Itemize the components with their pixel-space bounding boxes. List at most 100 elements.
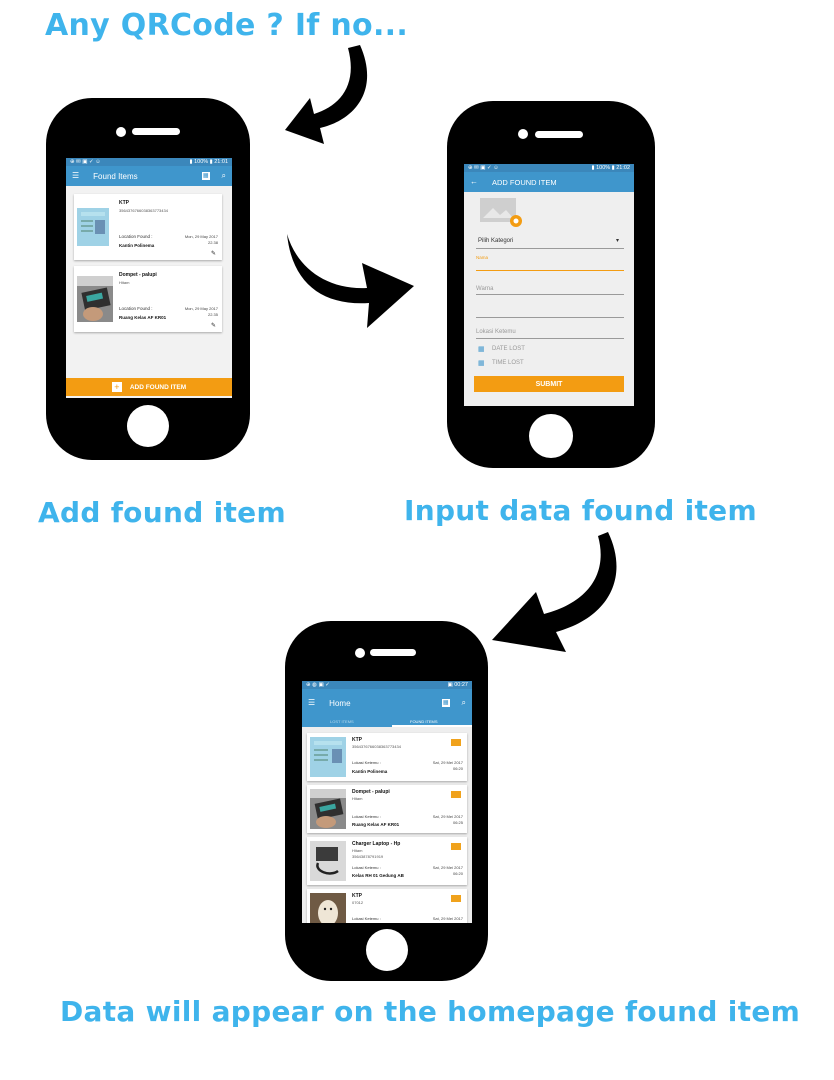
category-underline bbox=[476, 248, 624, 249]
location-label: Lokasi Ketemu : bbox=[352, 916, 381, 921]
found-item-card[interactable]: Dompet - palupi Hitam Lokasi Ketemu : Sa… bbox=[307, 785, 467, 833]
page-title: ADD FOUND ITEM bbox=[492, 177, 557, 187]
wallet-thumbnail bbox=[77, 276, 113, 322]
extra-field-underline[interactable] bbox=[476, 317, 624, 318]
ktp-thumbnail bbox=[310, 737, 346, 777]
speaker-slot bbox=[370, 649, 416, 656]
item-code: 35643878791919 bbox=[352, 854, 384, 859]
caption-top: Any QRCode ? If no... bbox=[45, 8, 409, 43]
edit-icon[interactable]: ✎ bbox=[211, 250, 216, 257]
item-title: KTP bbox=[352, 737, 362, 743]
item-place: Kantin Polinema bbox=[119, 243, 155, 248]
category-select[interactable]: Pilih Kategori bbox=[478, 238, 513, 244]
item-time: 06:25 bbox=[452, 820, 463, 825]
item-subtitle: Hitam bbox=[352, 796, 363, 801]
status-left: ⊕ ✉ ▣ ✓ ☺ bbox=[468, 165, 499, 171]
qr-scan-icon[interactable]: ▦ bbox=[441, 699, 450, 707]
tab-found-items[interactable]: FOUND ITEMS bbox=[410, 719, 438, 724]
back-arrow-icon[interactable]: ← bbox=[470, 178, 478, 186]
status-right: ▮ 100% ▮ 21:01 bbox=[189, 159, 228, 165]
home-button[interactable] bbox=[127, 405, 169, 447]
status-left: ⊕ ✉ ▣ ✓ ☺ bbox=[70, 159, 101, 165]
item-time: 06:20 bbox=[452, 871, 463, 876]
speaker-slot bbox=[535, 131, 583, 138]
tab-lost-items[interactable]: LOST ITEMS bbox=[330, 719, 354, 724]
location-field[interactable]: Lokasi Ketemu bbox=[476, 329, 516, 335]
tab-indicator bbox=[392, 725, 472, 727]
caption-input-data: Input data found item bbox=[404, 494, 757, 527]
curved-arrow-icon bbox=[492, 532, 617, 652]
location-label: Lokasi Ketemu : bbox=[352, 814, 381, 819]
found-item-card[interactable]: KTP 07012 Lokasi Ketemu : Sat, 29 Mei 20… bbox=[307, 889, 467, 923]
date-lost-button[interactable]: DATE LOST bbox=[492, 346, 525, 352]
tab-bar: LOST ITEMS FOUND ITEMS bbox=[302, 717, 472, 727]
clock-icon[interactable]: ▦ bbox=[478, 359, 485, 367]
item-title: Dompet - palupi bbox=[119, 272, 157, 278]
phone-home: ⊕ ◍ ▣ ✓ ▣ 00:27 ☰ Home ▦ ⌕ LOST ITEMS FO… bbox=[285, 621, 488, 981]
location-underline bbox=[476, 338, 624, 339]
item-place: Kelas RH 01 Gedung AB bbox=[352, 873, 404, 878]
item-date: Mon, 29 May 2017 bbox=[184, 234, 218, 239]
found-item-card[interactable]: KTP 3564376766038363773434 Lokasi Ketemu… bbox=[307, 733, 467, 781]
name-field-label: Nama bbox=[476, 255, 489, 260]
item-place: Kantin Polinema bbox=[352, 769, 388, 774]
location-label: Lokasi Ketemu : bbox=[352, 760, 381, 765]
submit-button[interactable]: SUBMIT bbox=[474, 376, 624, 392]
qr-scan-icon[interactable]: ▦ bbox=[201, 172, 210, 180]
dog-thumbnail bbox=[310, 893, 346, 923]
item-title: Charger Laptop - Hp bbox=[352, 841, 401, 847]
location-label: Location Found : bbox=[119, 306, 153, 311]
calendar-icon[interactable]: ▦ bbox=[478, 345, 485, 353]
home-button[interactable] bbox=[366, 929, 408, 971]
item-subtitle: Hitam bbox=[352, 848, 363, 853]
item-title: KTP bbox=[119, 200, 129, 206]
menu-icon[interactable]: ☰ bbox=[72, 172, 79, 180]
status-bar: ⊕ ◍ ▣ ✓ ▣ 00:27 bbox=[302, 681, 472, 689]
item-time: 22.38 bbox=[207, 240, 218, 245]
app-bar: ☰ Home ▦ ⌕ bbox=[302, 689, 472, 717]
search-icon[interactable]: ⌕ bbox=[222, 172, 226, 180]
status-right: ▮ 100% ▮ 21:02 bbox=[591, 165, 630, 171]
menu-icon[interactable]: ☰ bbox=[308, 699, 315, 707]
item-subtitle: 3564376766038363773434 bbox=[352, 744, 401, 749]
found-item-card[interactable]: KTP 3564376766038363773434 Location Foun… bbox=[74, 194, 222, 260]
item-place: Ruang Kelas AF KR01 bbox=[352, 822, 400, 827]
status-bar: ⊕ ✉ ▣ ✓ ☺ ▮ 100% ▮ 21:02 bbox=[464, 164, 634, 172]
found-item-card[interactable]: Charger Laptop - Hp Hitam 35643878791919… bbox=[307, 837, 467, 885]
mail-icon[interactable] bbox=[451, 895, 461, 902]
search-icon[interactable]: ⌕ bbox=[462, 699, 466, 707]
found-item-card[interactable]: Dompet - palupi Hitam Location Found : M… bbox=[74, 266, 222, 332]
item-time: 22.35 bbox=[207, 312, 218, 317]
item-date: Mon, 29 May 2017 bbox=[184, 306, 218, 311]
item-date: Sat, 29 Mei 2017 bbox=[432, 760, 463, 765]
ktp-thumbnail bbox=[77, 208, 109, 246]
mail-icon[interactable] bbox=[451, 843, 461, 850]
camera-dot bbox=[355, 648, 365, 658]
add-found-item-button[interactable]: + ADD FOUND ITEM bbox=[66, 378, 232, 396]
app-bar: ☰ Found Items ▦ ⌕ bbox=[66, 166, 232, 186]
edit-icon[interactable]: ✎ bbox=[211, 322, 216, 329]
item-title: KTP bbox=[352, 893, 362, 899]
item-subtitle: 3564376766038363773434 bbox=[119, 208, 168, 213]
home-button[interactable] bbox=[529, 414, 573, 458]
caption-bottom: Data will appear on the homepage found i… bbox=[60, 995, 801, 1028]
status-left: ⊕ ◍ ▣ ✓ bbox=[306, 682, 330, 688]
camera-dot bbox=[518, 129, 528, 139]
time-lost-button[interactable]: TIME LOST bbox=[492, 360, 524, 366]
location-label: Lokasi Ketemu : bbox=[352, 865, 381, 870]
phone-input-data: ⊕ ✉ ▣ ✓ ☺ ▮ 100% ▮ 21:02 ← ADD FOUND ITE… bbox=[447, 101, 655, 468]
screen-add-found-item: ⊕ ✉ ▣ ✓ ☺ ▮ 100% ▮ 21:02 ← ADD FOUND ITE… bbox=[464, 164, 634, 406]
location-label: Location Found : bbox=[119, 234, 153, 239]
mail-icon[interactable] bbox=[451, 791, 461, 798]
color-underline bbox=[476, 294, 624, 295]
mail-icon[interactable] bbox=[451, 739, 461, 746]
curved-arrow-icon bbox=[287, 234, 414, 328]
image-placeholder-icon[interactable] bbox=[480, 198, 524, 228]
chevron-down-icon[interactable]: ▾ bbox=[616, 237, 619, 244]
name-field[interactable] bbox=[476, 270, 624, 271]
color-field[interactable]: Warna bbox=[476, 286, 493, 292]
item-subtitle: Hitam bbox=[119, 280, 130, 285]
screen-found-items: ⊕ ✉ ▣ ✓ ☺ ▮ 100% ▮ 21:01 ☰ Found Items ▦… bbox=[66, 158, 232, 398]
caption-add-found-item: Add found item bbox=[38, 496, 286, 529]
curved-arrow-icon bbox=[285, 45, 368, 144]
